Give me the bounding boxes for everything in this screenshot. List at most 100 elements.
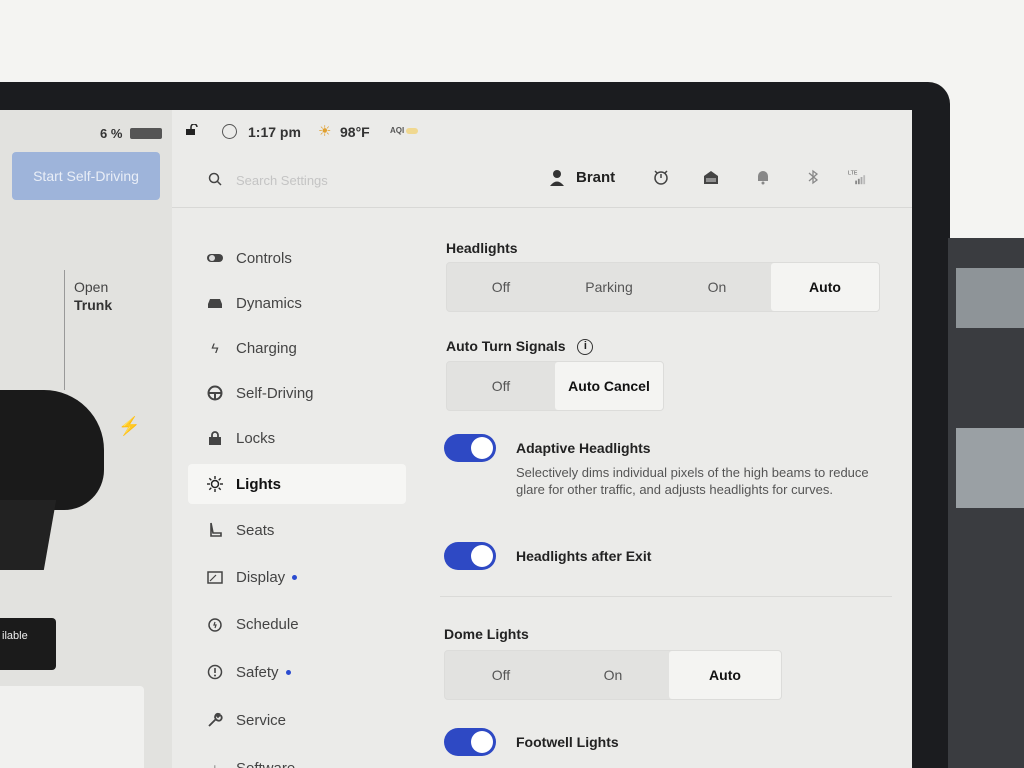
nav-label: Controls [236, 249, 292, 267]
info-icon[interactable]: i [577, 339, 594, 356]
download-icon: ↓ [211, 760, 219, 768]
svg-text:LTE: LTE [848, 170, 858, 176]
headlights-option-off[interactable]: Off [447, 263, 555, 311]
safety-icon [206, 663, 224, 681]
section-divider [440, 596, 892, 597]
dome-lights-option-auto[interactable]: Auto [669, 651, 781, 699]
clock-time: 1:17 pm [248, 124, 301, 140]
headlights-after-exit-label: Headlights after Exit [516, 548, 652, 564]
aqi-indicator: AQI [390, 126, 419, 135]
search-icon [208, 172, 222, 186]
adaptive-headlights-toggle[interactable] [444, 434, 496, 462]
light-icon [206, 475, 224, 493]
wrench-icon [206, 711, 224, 729]
dashboard-background [948, 238, 1024, 768]
car-icon [206, 294, 224, 312]
lock-icon [206, 429, 224, 447]
car-panel-card[interactable] [0, 686, 144, 768]
nav-item-controls[interactable]: Controls [188, 238, 406, 278]
car-panel: 6 % Start Self-Driving Open Trunk ⚡ ilab… [0, 110, 172, 768]
auto-turn-signals-option-off[interactable]: Off [447, 362, 555, 410]
notification-dot [285, 669, 291, 675]
outside-temperature: 98°F [340, 124, 370, 140]
user-name[interactable]: Brant [576, 169, 615, 186]
nav-item-service[interactable]: Service [188, 700, 406, 740]
dome-lights-title: Dome Lights [444, 626, 529, 642]
headlights-option-on[interactable]: On [663, 263, 771, 311]
dome-lights-option-on[interactable]: On [557, 651, 669, 699]
toggle-knob [471, 731, 493, 753]
nav-label: Schedule [236, 615, 299, 633]
nav-item-self-driving[interactable]: Self-Driving [188, 373, 406, 413]
nav-label: Dynamics [236, 294, 302, 312]
battery-status: 6 % [0, 110, 172, 148]
alarm-icon[interactable] [652, 168, 670, 186]
sentry-icon[interactable] [222, 124, 237, 139]
headlights-option-parking[interactable]: Parking [555, 263, 663, 311]
status-bar: 1:17 pm ☀ 98°F AQI [172, 110, 912, 148]
auto-turn-signals-title: Auto Turn Signals i [446, 338, 594, 356]
lights-settings-panel: Headlights Off Parking On Auto Auto Turn… [440, 208, 912, 768]
headlights-option-auto[interactable]: Auto [771, 263, 879, 311]
nav-label: Display [236, 568, 286, 586]
nav-label: Safety [236, 663, 279, 681]
settings-header: Brant LTE [172, 148, 912, 208]
headlights-after-exit-toggle[interactable] [444, 542, 496, 570]
nav-item-display[interactable]: Display [188, 557, 406, 597]
car-image-wheel [0, 500, 57, 570]
footwell-lights-toggle[interactable] [444, 728, 496, 756]
nav-label: Service [236, 711, 287, 729]
nav-label: Self-Driving [236, 384, 314, 402]
trunk-label: Trunk [74, 297, 113, 313]
open-trunk-button[interactable]: Open Trunk [74, 278, 112, 314]
dome-lights-option-off[interactable]: Off [445, 651, 557, 699]
steering-wheel-icon [206, 384, 224, 402]
sun-icon: ☀ [318, 123, 332, 140]
dashboard-panel [956, 428, 1024, 508]
trunk-indicator-line [64, 270, 65, 390]
start-self-driving-button[interactable]: Start Self-Driving [12, 152, 160, 200]
nav-label: Lights [236, 475, 281, 493]
adaptive-headlights-description: Selectively dims individual pixels of th… [516, 465, 869, 497]
garage-icon[interactable] [702, 168, 720, 186]
user-icon[interactable] [548, 168, 568, 188]
toggle-knob [471, 545, 493, 567]
headlights-title: Headlights [446, 240, 518, 256]
aqi-dot [406, 127, 419, 134]
auto-turn-signals-option-auto-cancel[interactable]: Auto Cancel [555, 362, 663, 410]
bolt-icon: ϟ [211, 340, 219, 356]
aqi-label: AQI [390, 126, 405, 135]
auto-turn-signals-label: Auto Turn Signals [446, 338, 566, 354]
charge-port-bolt-icon[interactable]: ⚡ [118, 416, 140, 437]
footwell-lights-label: Footwell Lights [516, 734, 619, 750]
nav-item-safety[interactable]: Safety [188, 652, 406, 692]
bluetooth-icon[interactable] [804, 168, 822, 186]
dome-lights-selector: Off On Auto [444, 650, 782, 700]
nav-label: Locks [236, 429, 276, 447]
nav-label: Seats [236, 521, 275, 539]
nav-item-schedule[interactable]: Schedule [188, 604, 406, 644]
nav-item-charging[interactable]: ϟ Charging [188, 328, 406, 368]
bell-icon[interactable] [754, 168, 772, 186]
adaptive-headlights-label: Adaptive Headlights [516, 440, 651, 456]
lte-signal-icon: LTE [848, 170, 866, 185]
search-input[interactable] [236, 170, 436, 190]
nav-item-seats[interactable]: Seats [188, 510, 406, 550]
notification-dot [292, 574, 298, 580]
nav-item-software[interactable]: ↓ Software [188, 748, 406, 768]
nav-label: Charging [236, 339, 297, 357]
toggle-knob [471, 437, 493, 459]
schedule-icon [206, 615, 224, 633]
battery-percent: 6 % [100, 126, 123, 141]
battery-icon [130, 128, 162, 139]
nav-item-dynamics[interactable]: Dynamics [188, 283, 406, 323]
nav-item-lights[interactable]: Lights [188, 464, 406, 504]
seat-icon [206, 521, 224, 539]
auto-turn-signals-selector: Off Auto Cancel [446, 361, 664, 411]
toggle-icon [206, 249, 224, 267]
nav-item-locks[interactable]: Locks [188, 418, 406, 458]
touchscreen: 6 % Start Self-Driving Open Trunk ⚡ ilab… [0, 110, 912, 768]
dashboard-panel [956, 268, 1024, 328]
display-icon [206, 568, 224, 586]
unlocked-icon[interactable] [186, 124, 198, 135]
